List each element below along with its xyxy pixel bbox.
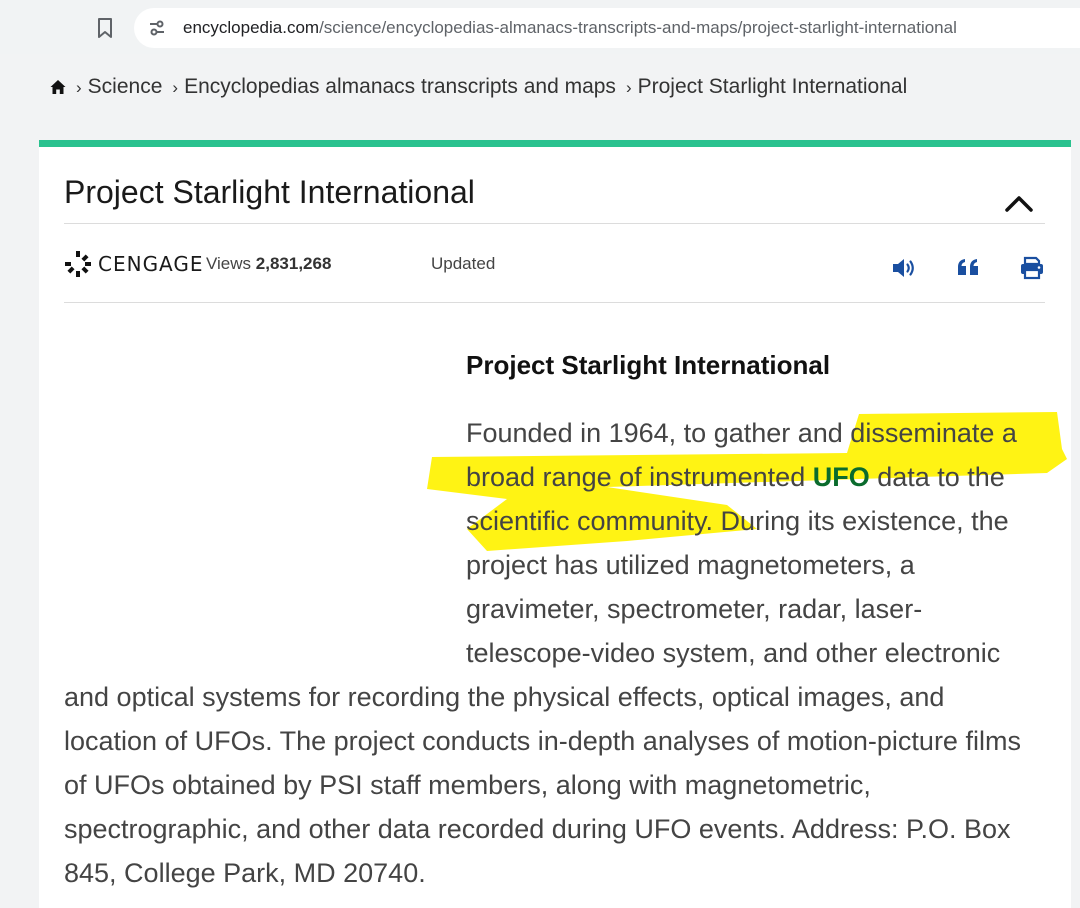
breadcrumb: › Science › Encyclopedias almanacs trans… — [50, 74, 907, 100]
breadcrumb-science[interactable]: Science — [88, 75, 163, 99]
body-line: project has utilized magnetometers, a — [466, 550, 915, 580]
body-line: 845, College Park, MD 20740. — [64, 858, 426, 888]
bookmark-icon[interactable] — [96, 17, 114, 39]
cengage-mark-icon — [65, 251, 91, 277]
body-text: data to the — [869, 462, 1005, 492]
url-text: encyclopedia.com/science/encyclopedias-a… — [183, 18, 957, 38]
breadcrumb-separator: › — [172, 78, 179, 97]
article-card: Project Starlight International CENGAGE … — [39, 140, 1071, 908]
speaker-icon[interactable] — [891, 255, 917, 281]
cengage-logo: CENGAGE — [64, 250, 204, 278]
home-icon[interactable] — [50, 79, 66, 95]
body-line: location of UFOs. The project conducts i… — [64, 726, 1021, 756]
breadcrumb-current: Project Starlight International — [637, 75, 908, 98]
breadcrumb-separator: › — [76, 78, 82, 97]
body-line: and optical systems for recording the ph… — [64, 682, 945, 712]
address-bar[interactable]: encyclopedia.com/science/encyclopedias-a… — [134, 8, 1080, 48]
chevron-up-icon[interactable] — [1002, 192, 1036, 214]
body-line: Founded in 1964, to gather and dissemina… — [466, 418, 1017, 448]
updated-label: Updated — [431, 254, 496, 273]
views-stat: Views 2,831,268 — [206, 254, 331, 274]
body-line: spectrographic, and other data recorded … — [64, 814, 1011, 844]
body-line: of UFOs obtained by PSI staff members, a… — [64, 770, 871, 800]
quote-icon[interactable] — [956, 255, 982, 281]
page-title: Project Starlight International — [64, 174, 475, 210]
divider — [64, 302, 1045, 303]
breadcrumb-encyclopedias[interactable]: Encyclopedias almanacs transcripts and m… — [184, 75, 616, 99]
breadcrumb-separator: › — [625, 78, 632, 97]
body-line: broad range of instrumented UFO data to … — [466, 461, 1005, 493]
views-count: 2,831,268 — [255, 254, 332, 273]
printer-icon[interactable] — [1019, 255, 1045, 281]
body-line: scientific community. During its existen… — [466, 506, 1009, 536]
body-line: gravimeter, spectrometer, radar, laser- — [466, 594, 923, 624]
browser-toolbar: encyclopedia.com/science/encyclopedias-a… — [0, 0, 1080, 54]
views-label: Views — [206, 254, 252, 273]
publisher-name: CENGAGE — [98, 252, 204, 276]
ufo-link[interactable]: UFO — [813, 462, 870, 492]
divider — [64, 223, 1045, 224]
site-info-icon[interactable] — [148, 19, 166, 37]
url-domain: encyclopedia.com — [183, 18, 320, 37]
article-heading: Project Starlight International — [466, 350, 831, 380]
body-line: telescope-video system, and other electr… — [466, 638, 1001, 668]
body-text: broad range of instrumented — [466, 462, 813, 492]
url-path: /science/encyclopedias-almanacs-transcri… — [319, 18, 957, 37]
